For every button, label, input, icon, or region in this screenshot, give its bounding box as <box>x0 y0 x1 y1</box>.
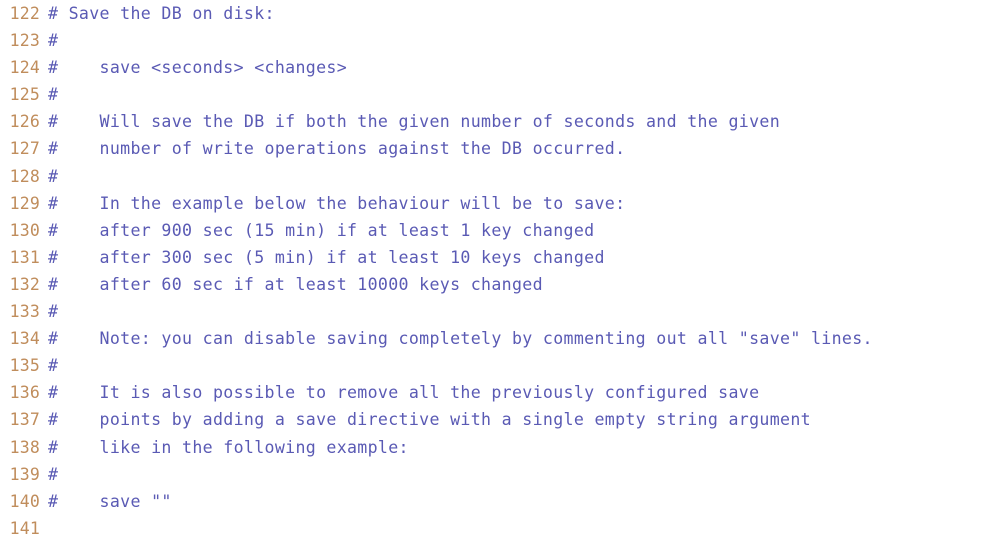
line-content[interactable]: # Save the DB on disk: <box>40 0 996 27</box>
code-line[interactable]: 137 # points by adding a save directive w… <box>0 406 996 433</box>
line-content[interactable]: # save <seconds> <changes> <box>40 54 996 81</box>
line-number: 141 <box>9 518 40 538</box>
code-line[interactable]: 125 # <box>0 81 996 108</box>
line-number: 126 <box>9 112 40 132</box>
line-content[interactable]: # save "" <box>40 488 996 515</box>
line-content[interactable]: # <box>40 163 996 190</box>
line-number: 129 <box>9 193 40 213</box>
code-line[interactable]: 139 # <box>0 461 996 488</box>
code-line[interactable]: 140 # save "" <box>0 488 996 515</box>
code-line[interactable]: 133 # <box>0 298 996 325</box>
line-content[interactable]: # Note: you can disable saving completel… <box>40 325 996 352</box>
line-number: 134 <box>9 329 40 349</box>
line-number: 125 <box>9 85 40 105</box>
code-line[interactable]: 131 # after 300 sec (5 min) if at least 1… <box>0 244 996 271</box>
line-content[interactable]: # after 900 sec (15 min) if at least 1 k… <box>40 217 996 244</box>
line-content[interactable]: # points by adding a save directive with… <box>40 406 996 433</box>
line-content[interactable]: # <box>40 298 996 325</box>
code-line[interactable]: 141 <box>0 515 996 542</box>
line-number: 137 <box>9 410 40 430</box>
line-number: 130 <box>9 220 40 240</box>
code-line[interactable]: 135 # <box>0 352 996 379</box>
line-content[interactable]: # <box>40 461 996 488</box>
line-content[interactable]: # <box>40 352 996 379</box>
line-number: 139 <box>9 464 40 484</box>
line-number: 131 <box>9 247 40 267</box>
code-line[interactable]: 134 # Note: you can disable saving comple… <box>0 325 996 352</box>
line-number: 138 <box>9 437 40 457</box>
code-viewer[interactable]: 122 # Save the DB on disk: 123 #124 # save <… <box>0 0 996 542</box>
line-content[interactable]: # after 300 sec (5 min) if at least 10 k… <box>40 244 996 271</box>
line-content[interactable]: # It is also possible to remove all the … <box>40 379 996 406</box>
code-line[interactable]: 132 # after 60 sec if at least 10000 keys… <box>0 271 996 298</box>
line-content[interactable]: # <box>40 81 996 108</box>
code-line[interactable]: 130 # after 900 sec (15 min) if at least … <box>0 217 996 244</box>
line-number: 132 <box>9 274 40 294</box>
line-content[interactable]: # <box>40 27 996 54</box>
line-content[interactable]: # number of write operations against the… <box>40 135 996 162</box>
code-line[interactable]: 124 # save <seconds> <changes> <box>0 54 996 81</box>
line-number: 128 <box>9 166 40 186</box>
line-number: 123 <box>9 31 40 51</box>
code-line[interactable]: 126 # Will save the DB if both the given … <box>0 108 996 135</box>
line-content[interactable]: # like in the following example: <box>40 434 996 461</box>
code-line[interactable]: 138 # like in the following example: <box>0 434 996 461</box>
line-number: 124 <box>9 58 40 78</box>
code-line[interactable]: 136 # It is also possible to remove all t… <box>0 379 996 406</box>
line-number: 136 <box>9 383 40 403</box>
line-content[interactable]: # In the example below the behaviour wil… <box>40 190 996 217</box>
code-line[interactable]: 122 # Save the DB on disk: <box>0 0 996 27</box>
line-number: 127 <box>9 139 40 159</box>
line-number: 122 <box>9 4 40 23</box>
line-content[interactable]: # Will save the DB if both the given num… <box>40 108 996 135</box>
line-number: 140 <box>9 491 40 511</box>
line-number: 133 <box>9 302 40 322</box>
code-line[interactable]: 123 # <box>0 27 996 54</box>
line-number: 135 <box>9 356 40 376</box>
code-line[interactable]: 128 # <box>0 163 996 190</box>
code-line[interactable]: 127 # number of write operations against … <box>0 135 996 162</box>
line-content[interactable]: # after 60 sec if at least 10000 keys ch… <box>40 271 996 298</box>
code-line[interactable]: 129 # In the example below the behaviour … <box>0 190 996 217</box>
